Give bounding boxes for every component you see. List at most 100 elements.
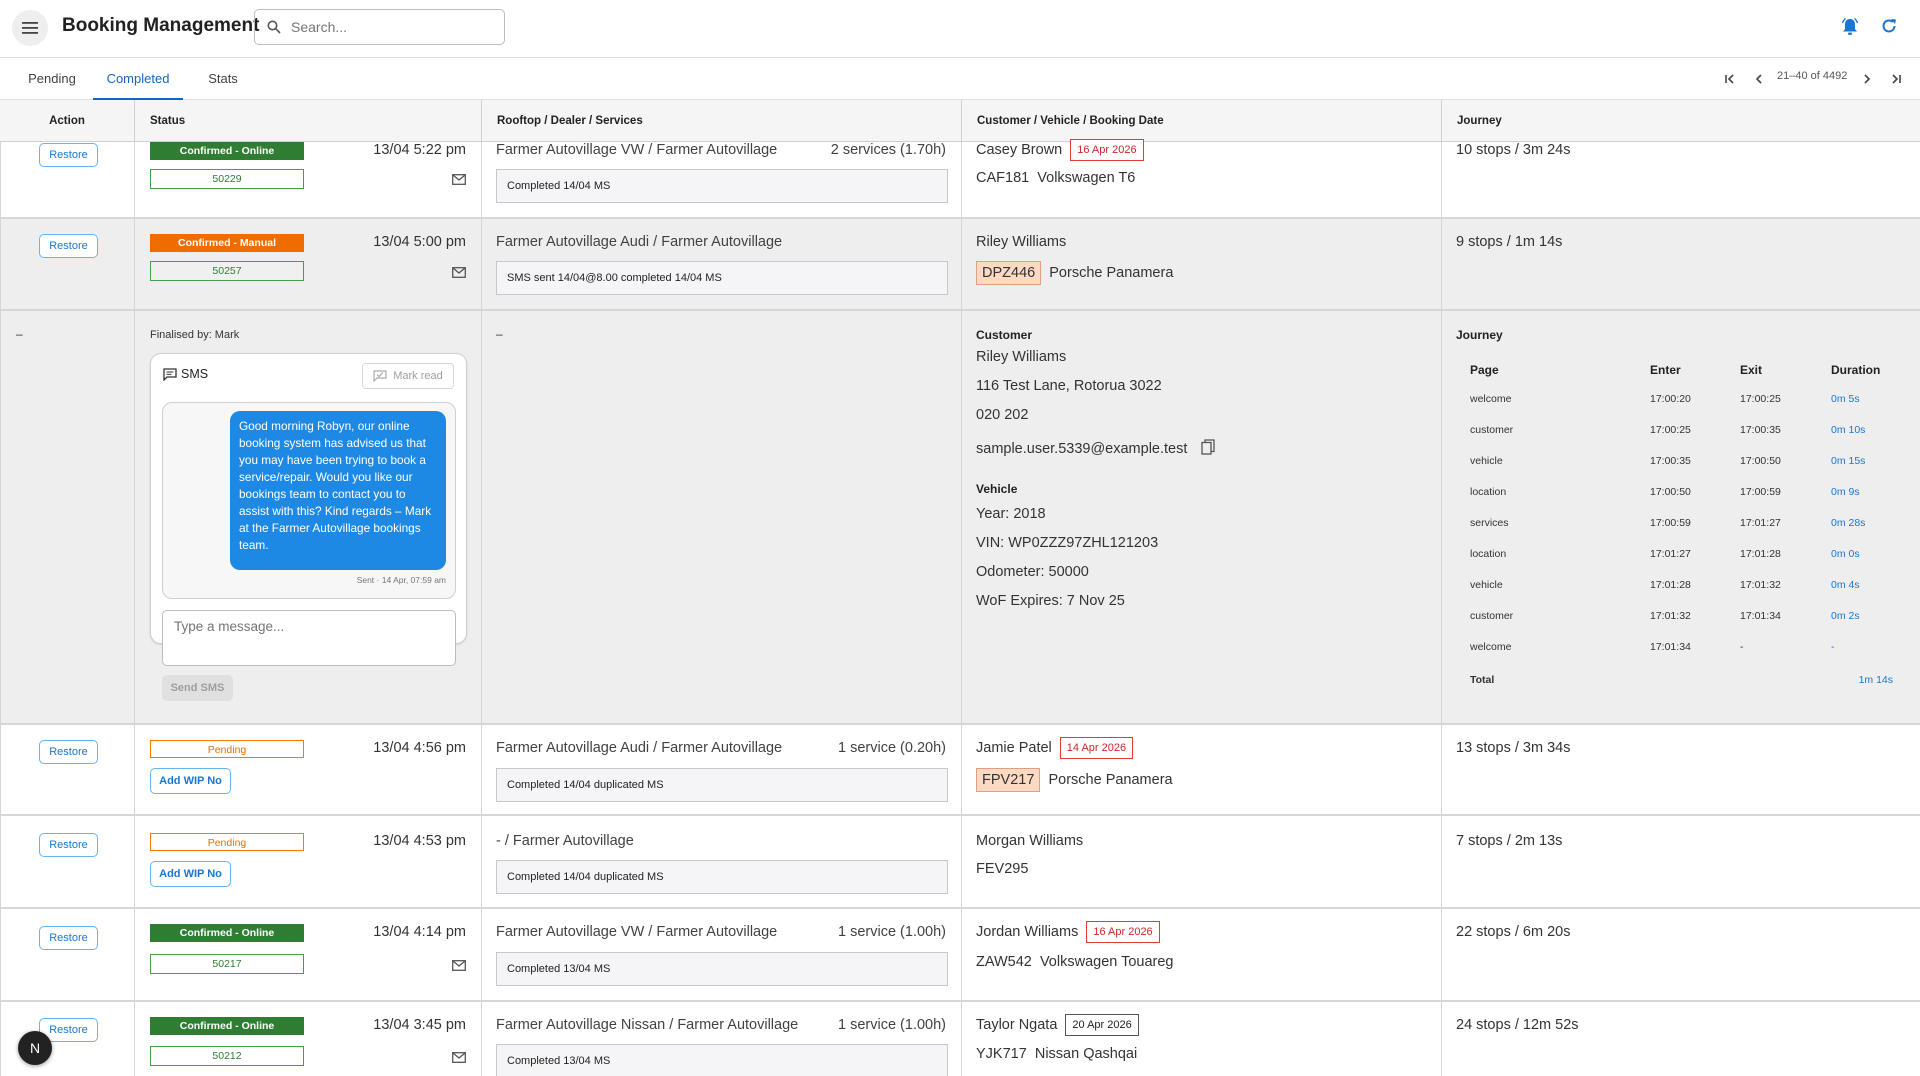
search-box[interactable] — [254, 9, 505, 45]
menu-icon — [22, 22, 38, 34]
table-row[interactable]: Restore Confirmed - Online 50217 13/04 4… — [0, 909, 1920, 1002]
table-row[interactable]: Restore Confirmed - Online 50212 13/04 3… — [0, 1002, 1920, 1076]
status-badge: Pending — [150, 740, 304, 758]
add-wip-button[interactable]: Add WIP No — [150, 861, 231, 887]
journey-exit: 17:01:27 — [1740, 517, 1781, 529]
notifications-button[interactable] — [1841, 17, 1859, 42]
booking-note[interactable]: Completed 14/04 duplicated MS — [496, 768, 948, 802]
journey-summary: 24 stops / 12m 52s — [1456, 1017, 1579, 1033]
journey-heading: Journey — [1456, 328, 1503, 342]
table-row[interactable]: Restore Confirmed - Online 50229 13/04 5… — [0, 139, 1920, 219]
vehicle-year: Year: 2018 — [976, 506, 1046, 522]
journey-enter: 17:00:59 — [1650, 517, 1691, 529]
journey-enter: 17:00:20 — [1650, 393, 1691, 405]
journey-col-duration: Duration — [1831, 363, 1881, 377]
chat-icon — [163, 367, 177, 381]
last-page-button[interactable] — [1887, 70, 1905, 88]
restore-button[interactable]: Restore — [39, 833, 98, 857]
dealer-dash: – — [496, 327, 503, 341]
prev-page-button[interactable] — [1750, 70, 1768, 88]
vehicle-line: CAF181 Volkswagen T6 — [976, 170, 1135, 186]
sms-message: Good morning Robyn, our online booking s… — [230, 411, 446, 570]
copy-button[interactable] — [1201, 439, 1216, 459]
dev-tools-button[interactable]: N — [18, 1031, 52, 1065]
send-sms-button[interactable]: Send SMS — [162, 675, 233, 701]
mark-read-button[interactable]: Mark read — [362, 363, 454, 389]
table-row[interactable]: Restore Pending Add WIP No 13/04 4:53 pm… — [0, 816, 1920, 909]
booking-date-tag: 14 Apr 2026 — [1059, 737, 1134, 759]
menu-button[interactable] — [12, 10, 48, 46]
mail-icon — [452, 267, 466, 278]
journey-page: welcome — [1470, 393, 1512, 405]
journey-exit: 17:01:34 — [1740, 610, 1781, 622]
journey-total-label: Total — [1470, 674, 1495, 686]
vehicle-line: YJK717 Nissan Qashqai — [976, 1046, 1137, 1062]
page-title: Booking Management — [62, 15, 260, 36]
sms-sent-meta: Sent · 14 Apr, 07:59 am — [356, 575, 446, 585]
tab-pending[interactable]: Pending — [18, 58, 86, 100]
status-badge: Confirmed - Manual — [150, 234, 304, 252]
journey-exit: 17:01:32 — [1740, 579, 1781, 591]
restore-button[interactable]: Restore — [39, 234, 98, 258]
journey-enter: 17:01:34 — [1650, 641, 1691, 653]
tab-completed[interactable]: Completed — [93, 58, 183, 100]
customer-name: Casey Brown — [976, 141, 1063, 158]
journey-enter: 17:00:50 — [1650, 486, 1691, 498]
journey-duration: 0m 9s — [1831, 486, 1860, 498]
table-header: Action Status Rooftop / Dealer / Service… — [0, 100, 1920, 142]
vehicle-heading: Vehicle — [976, 482, 1018, 496]
booking-note[interactable]: Completed 14/04 MS — [496, 169, 948, 203]
dealer-name: - / Farmer Autovillage — [496, 833, 634, 849]
journey-duration: 0m 10s — [1831, 424, 1866, 436]
customer-phone: 020 202 — [976, 407, 1029, 423]
email-button[interactable] — [452, 958, 466, 976]
copy-icon — [1201, 439, 1216, 455]
booking-note[interactable]: Completed 14/04 duplicated MS — [496, 860, 948, 894]
booking-datetime: 13/04 4:56 pm — [373, 740, 466, 756]
booking-note[interactable]: Completed 13/04 MS — [496, 952, 948, 986]
restore-button[interactable]: Restore — [39, 740, 98, 764]
finalised-by: Finalised by: Mark — [150, 329, 240, 341]
journey-summary: 7 stops / 2m 13s — [1456, 833, 1563, 849]
tab-stats[interactable]: Stats — [196, 58, 250, 100]
journey-exit: 17:00:59 — [1740, 486, 1781, 498]
top-bar: Booking Management — [0, 0, 1920, 58]
first-page-icon — [1725, 74, 1734, 84]
add-wip-button[interactable]: Add WIP No — [150, 768, 231, 794]
vehicle-model: Volkswagen T6 — [1037, 170, 1136, 186]
email-button[interactable] — [452, 1050, 466, 1068]
services-summary: 1 service (1.00h) — [838, 1017, 946, 1033]
mark-read-label: Mark read — [393, 370, 443, 382]
journey-summary: 10 stops / 3m 24s — [1456, 142, 1571, 158]
journey-page: location — [1470, 486, 1507, 498]
table-row[interactable]: Restore Confirmed - Manual 50257 13/04 5… — [0, 219, 1920, 311]
next-page-button[interactable] — [1858, 70, 1876, 88]
last-page-icon — [1892, 74, 1901, 84]
table-row[interactable]: Restore Pending Add WIP No 13/04 4:56 pm… — [0, 725, 1920, 816]
chevron-left-icon — [1755, 74, 1762, 84]
journey-summary: 9 stops / 1m 14s — [1456, 234, 1563, 250]
restore-button[interactable]: Restore — [39, 926, 98, 950]
mark-read-icon — [373, 370, 387, 382]
vehicle-line: ZAW542 Volkswagen Touareg — [976, 954, 1174, 970]
vehicle-model: Porsche Panamera — [1048, 772, 1173, 788]
sms-header: SMS — [163, 367, 208, 381]
email-button[interactable] — [452, 172, 466, 190]
restore-button[interactable]: Restore — [39, 143, 98, 167]
dealer-name: Farmer Autovillage VW / Farmer Autovilla… — [496, 142, 778, 158]
search-input[interactable] — [291, 19, 491, 35]
sms-message-input[interactable] — [162, 610, 456, 666]
mail-icon — [452, 1052, 466, 1063]
wip-number: 50212 — [150, 1046, 304, 1066]
refresh-button[interactable] — [1880, 17, 1898, 40]
pagination-range: 21–40 of 4492 — [1777, 70, 1848, 82]
booking-note[interactable]: SMS sent 14/04@8.00 completed 14/04 MS — [496, 261, 948, 295]
first-page-button[interactable] — [1721, 70, 1739, 88]
journey-summary: 22 stops / 6m 20s — [1456, 924, 1571, 940]
email-button[interactable] — [452, 265, 466, 283]
customer-address: 116 Test Lane, Rotorua 3022 — [976, 378, 1162, 394]
booking-note[interactable]: Completed 13/04 MS — [496, 1044, 948, 1076]
chevron-right-icon — [1864, 74, 1871, 84]
rego-highlight: DPZ446 — [976, 261, 1042, 285]
journey-enter: 17:01:32 — [1650, 610, 1691, 622]
